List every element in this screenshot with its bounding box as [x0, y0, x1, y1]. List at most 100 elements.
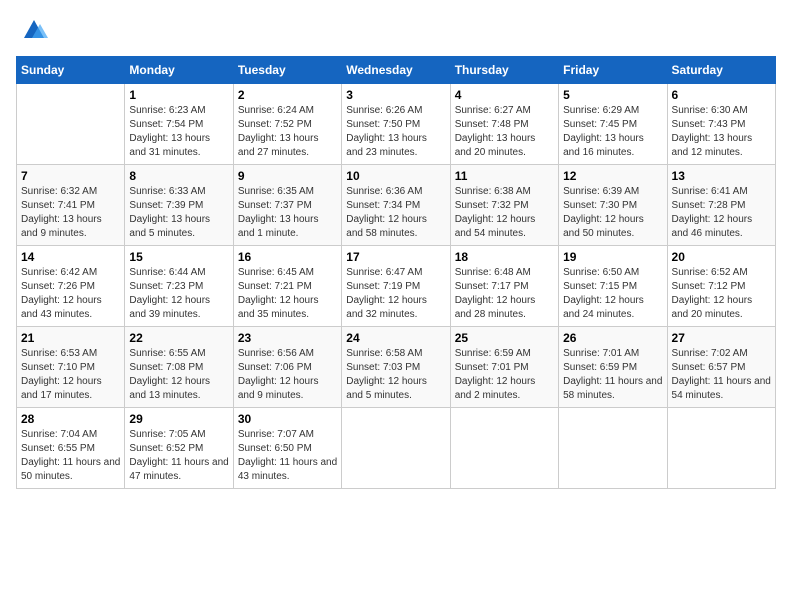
day-number: 30 [238, 412, 337, 426]
day-info: Sunrise: 6:23 AMSunset: 7:54 PMDaylight:… [129, 104, 228, 160]
calendar-cell: 6Sunrise: 6:30 AMSunset: 7:43 PMDaylight… [667, 84, 775, 165]
header-row: SundayMondayTuesdayWednesdayThursdayFrid… [17, 57, 776, 84]
calendar-cell: 8 Sunrise: 6:33 AMSunset: 7:39 PMDaylight… [125, 165, 233, 246]
calendar-cell: 24 Sunrise: 6:58 AMSunset: 7:03 PMDayligh… [342, 327, 450, 408]
calendar-cell: 23 Sunrise: 6:56 AMSunset: 7:06 PMDayligh… [233, 327, 341, 408]
header-wednesday: Wednesday [342, 57, 450, 84]
day-number: 2 [238, 88, 337, 102]
calendar-cell: 20 Sunrise: 6:52 AMSunset: 7:12 PMDayligh… [667, 246, 775, 327]
day-info: Sunrise: 6:59 AMSunset: 7:01 PMDaylight:… [455, 347, 554, 403]
page-header [16, 16, 776, 44]
calendar-cell: 1 Sunrise: 6:23 AMSunset: 7:54 PMDaylight… [125, 84, 233, 165]
day-number: 25 [455, 331, 554, 345]
day-info: Sunrise: 6:29 AMSunset: 7:45 PMDaylight:… [563, 104, 662, 160]
calendar-cell: 17 Sunrise: 6:47 AMSunset: 7:19 PMDayligh… [342, 246, 450, 327]
day-number: 22 [129, 331, 228, 345]
calendar-cell: 13 Sunrise: 6:41 AMSunset: 7:28 PMDayligh… [667, 165, 775, 246]
day-info: Sunrise: 7:02 AMSunset: 6:57 PMDaylight:… [672, 347, 771, 403]
day-number: 10 [346, 169, 445, 183]
day-info: Sunrise: 6:35 AMSunset: 7:37 PMDaylight:… [238, 185, 337, 241]
day-info: Sunrise: 6:45 AMSunset: 7:21 PMDaylight:… [238, 266, 337, 322]
day-info: Sunrise: 6:42 AMSunset: 7:26 PMDaylight:… [21, 266, 120, 322]
day-info: Sunrise: 6:33 AMSunset: 7:39 PMDaylight:… [129, 185, 228, 241]
calendar-cell: 28 Sunrise: 7:04 AMSunset: 6:55 PMDayligh… [17, 408, 125, 489]
day-number: 20 [672, 250, 771, 264]
day-number: 16 [238, 250, 337, 264]
day-info: Sunrise: 7:01 AMSunset: 6:59 PMDaylight:… [563, 347, 662, 403]
day-info: Sunrise: 7:07 AMSunset: 6:50 PMDaylight:… [238, 428, 337, 484]
day-number: 21 [21, 331, 120, 345]
logo [16, 16, 48, 44]
calendar-cell: 11Sunrise: 6:38 AMSunset: 7:32 PMDayligh… [450, 165, 558, 246]
day-info: Sunrise: 6:50 AMSunset: 7:15 PMDaylight:… [563, 266, 662, 322]
day-number: 23 [238, 331, 337, 345]
week-row-4: 21 Sunrise: 6:53 AMSunset: 7:10 PMDayligh… [17, 327, 776, 408]
header-thursday: Thursday [450, 57, 558, 84]
day-number: 26 [563, 331, 662, 345]
calendar-cell: 21 Sunrise: 6:53 AMSunset: 7:10 PMDayligh… [17, 327, 125, 408]
calendar-cell: 18Sunrise: 6:48 AMSunset: 7:17 PMDayligh… [450, 246, 558, 327]
calendar-cell: 14 Sunrise: 6:42 AMSunset: 7:26 PMDayligh… [17, 246, 125, 327]
day-number: 4 [455, 88, 554, 102]
day-info: Sunrise: 6:56 AMSunset: 7:06 PMDaylight:… [238, 347, 337, 403]
day-number: 28 [21, 412, 120, 426]
day-number: 24 [346, 331, 445, 345]
day-info: Sunrise: 6:53 AMSunset: 7:10 PMDaylight:… [21, 347, 120, 403]
header-sunday: Sunday [17, 57, 125, 84]
calendar-cell: 26 Sunrise: 7:01 AMSunset: 6:59 PMDayligh… [559, 327, 667, 408]
day-info: Sunrise: 6:55 AMSunset: 7:08 PMDaylight:… [129, 347, 228, 403]
day-info: Sunrise: 6:38 AMSunset: 7:32 PMDaylight:… [455, 185, 554, 241]
day-info: Sunrise: 6:44 AMSunset: 7:23 PMDaylight:… [129, 266, 228, 322]
day-info: Sunrise: 6:39 AMSunset: 7:30 PMDaylight:… [563, 185, 662, 241]
header-monday: Monday [125, 57, 233, 84]
day-number: 14 [21, 250, 120, 264]
day-number: 13 [672, 169, 771, 183]
header-saturday: Saturday [667, 57, 775, 84]
day-number: 3 [346, 88, 445, 102]
day-info: Sunrise: 6:32 AMSunset: 7:41 PMDaylight:… [21, 185, 120, 241]
calendar-cell: 19 Sunrise: 6:50 AMSunset: 7:15 PMDayligh… [559, 246, 667, 327]
day-number: 8 [129, 169, 228, 183]
calendar-cell: 15 Sunrise: 6:44 AMSunset: 7:23 PMDayligh… [125, 246, 233, 327]
week-row-2: 7 Sunrise: 6:32 AMSunset: 7:41 PMDaylight… [17, 165, 776, 246]
calendar-cell: 27 Sunrise: 7:02 AMSunset: 6:57 PMDayligh… [667, 327, 775, 408]
day-info: Sunrise: 6:41 AMSunset: 7:28 PMDaylight:… [672, 185, 771, 241]
day-number: 7 [21, 169, 120, 183]
day-info: Sunrise: 6:52 AMSunset: 7:12 PMDaylight:… [672, 266, 771, 322]
day-number: 15 [129, 250, 228, 264]
day-info: Sunrise: 6:26 AMSunset: 7:50 PMDaylight:… [346, 104, 445, 160]
day-number: 9 [238, 169, 337, 183]
week-row-5: 28 Sunrise: 7:04 AMSunset: 6:55 PMDayligh… [17, 408, 776, 489]
day-info: Sunrise: 7:05 AMSunset: 6:52 PMDaylight:… [129, 428, 228, 484]
calendar-cell [667, 408, 775, 489]
header-friday: Friday [559, 57, 667, 84]
day-number: 5 [563, 88, 662, 102]
day-info: Sunrise: 6:48 AMSunset: 7:17 PMDaylight:… [455, 266, 554, 322]
day-number: 27 [672, 331, 771, 345]
calendar-cell [450, 408, 558, 489]
day-number: 17 [346, 250, 445, 264]
day-info: Sunrise: 6:27 AMSunset: 7:48 PMDaylight:… [455, 104, 554, 160]
calendar-cell: 25 Sunrise: 6:59 AMSunset: 7:01 PMDayligh… [450, 327, 558, 408]
header-tuesday: Tuesday [233, 57, 341, 84]
calendar-cell: 30 Sunrise: 7:07 AMSunset: 6:50 PMDayligh… [233, 408, 341, 489]
logo-icon [20, 16, 48, 44]
day-info: Sunrise: 6:36 AMSunset: 7:34 PMDaylight:… [346, 185, 445, 241]
calendar-cell: 7 Sunrise: 6:32 AMSunset: 7:41 PMDaylight… [17, 165, 125, 246]
week-row-3: 14 Sunrise: 6:42 AMSunset: 7:26 PMDayligh… [17, 246, 776, 327]
week-row-1: 1 Sunrise: 6:23 AMSunset: 7:54 PMDaylight… [17, 84, 776, 165]
calendar-cell: 16 Sunrise: 6:45 AMSunset: 7:21 PMDayligh… [233, 246, 341, 327]
calendar-cell: 29Sunrise: 7:05 AMSunset: 6:52 PMDayligh… [125, 408, 233, 489]
calendar-cell: 3 Sunrise: 6:26 AMSunset: 7:50 PMDaylight… [342, 84, 450, 165]
calendar-cell: 22 Sunrise: 6:55 AMSunset: 7:08 PMDayligh… [125, 327, 233, 408]
calendar-cell: 5 Sunrise: 6:29 AMSunset: 7:45 PMDaylight… [559, 84, 667, 165]
calendar-table: SundayMondayTuesdayWednesdayThursdayFrid… [16, 56, 776, 489]
day-number: 19 [563, 250, 662, 264]
calendar-cell: 4 Sunrise: 6:27 AMSunset: 7:48 PMDaylight… [450, 84, 558, 165]
day-info: Sunrise: 6:58 AMSunset: 7:03 PMDaylight:… [346, 347, 445, 403]
day-info: Sunrise: 6:47 AMSunset: 7:19 PMDaylight:… [346, 266, 445, 322]
day-number: 1 [129, 88, 228, 102]
calendar-cell: 10 Sunrise: 6:36 AMSunset: 7:34 PMDayligh… [342, 165, 450, 246]
calendar-cell: 2Sunrise: 6:24 AMSunset: 7:52 PMDaylight… [233, 84, 341, 165]
day-info: Sunrise: 7:04 AMSunset: 6:55 PMDaylight:… [21, 428, 120, 484]
